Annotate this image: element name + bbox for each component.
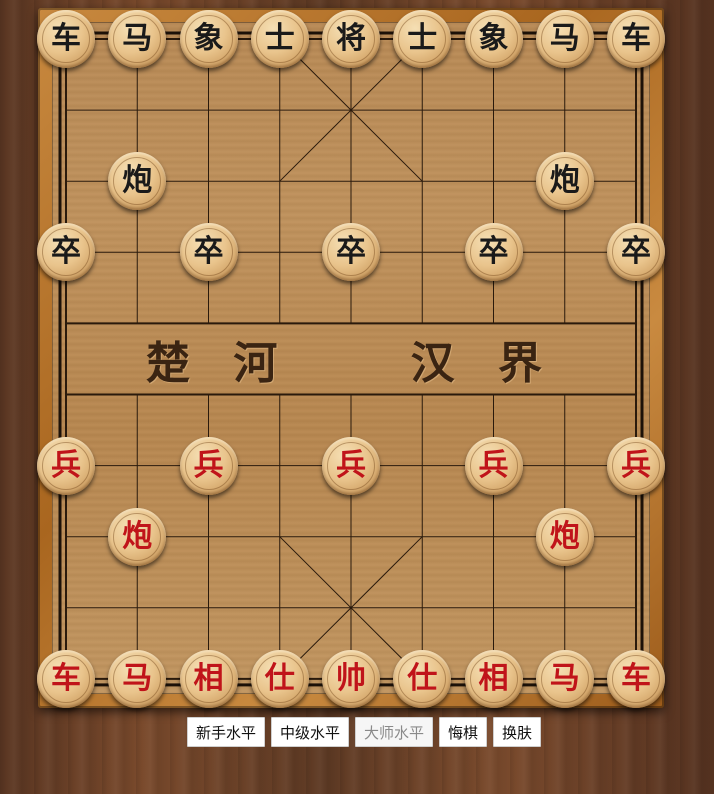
piece-label: 马 xyxy=(122,21,153,56)
black-piece-b-pao-1[interactable]: 炮 xyxy=(108,152,167,211)
piece-label: 马 xyxy=(549,21,580,56)
piece-label: 车 xyxy=(621,21,651,56)
red-piece-r-bing-3[interactable]: 兵 xyxy=(322,436,380,495)
black-piece-b-ma-1[interactable]: 马 xyxy=(108,10,167,68)
piece-label: 马 xyxy=(122,660,153,696)
controls-bar: 新手水平 中级水平 大师水平 悔棋 换肤 xyxy=(0,717,714,747)
piece-label: 兵 xyxy=(621,447,651,483)
red-piece-r-ma-2[interactable]: 马 xyxy=(535,649,594,708)
piece-label: 相 xyxy=(478,660,509,696)
red-piece-r-xiang-1[interactable]: 相 xyxy=(179,649,238,708)
piece-label: 卒 xyxy=(193,234,224,270)
red-piece-r-shuai[interactable]: 帅 xyxy=(322,649,380,708)
piece-label: 车 xyxy=(51,660,81,696)
red-piece-r-pao-2[interactable]: 炮 xyxy=(535,507,594,566)
red-piece-r-shi-1[interactable]: 仕 xyxy=(250,649,309,708)
piece-label: 士 xyxy=(407,21,438,56)
red-piece-r-ma-1[interactable]: 马 xyxy=(108,649,167,708)
piece-label: 象 xyxy=(193,21,224,56)
black-piece-b-jiang[interactable]: 将 xyxy=(322,10,380,68)
piece-label: 士 xyxy=(264,21,295,56)
master-level-button[interactable]: 大师水平 xyxy=(354,717,433,747)
black-piece-b-shi-1[interactable]: 士 xyxy=(250,10,309,68)
piece-label: 车 xyxy=(51,21,81,56)
red-piece-r-shi-2[interactable]: 仕 xyxy=(393,649,452,708)
piece-label: 炮 xyxy=(549,518,580,554)
red-piece-r-xiang-2[interactable]: 相 xyxy=(464,649,523,708)
piece-label: 炮 xyxy=(122,163,153,199)
piece-label: 炮 xyxy=(122,518,153,554)
piece-label: 帅 xyxy=(336,660,366,696)
beginner-level-button[interactable]: 新手水平 xyxy=(186,717,265,747)
piece-label: 兵 xyxy=(478,447,509,483)
black-piece-b-che-2[interactable]: 车 xyxy=(607,10,665,68)
intermediate-level-button[interactable]: 中级水平 xyxy=(270,717,349,747)
black-piece-b-zu-4[interactable]: 卒 xyxy=(464,223,523,282)
piece-label: 象 xyxy=(478,21,509,56)
black-piece-b-xiang-1[interactable]: 象 xyxy=(179,10,238,68)
piece-label: 仕 xyxy=(407,660,438,696)
red-piece-r-bing-4[interactable]: 兵 xyxy=(464,436,523,495)
red-piece-r-pao-1[interactable]: 炮 xyxy=(108,507,167,566)
piece-label: 卒 xyxy=(51,234,81,270)
black-piece-b-che-1[interactable]: 车 xyxy=(37,10,95,68)
red-piece-r-bing-2[interactable]: 兵 xyxy=(179,436,238,495)
black-piece-b-shi-2[interactable]: 士 xyxy=(393,10,452,68)
black-piece-b-zu-2[interactable]: 卒 xyxy=(179,223,238,282)
red-piece-r-che-1[interactable]: 车 xyxy=(37,649,95,708)
black-piece-b-zu-3[interactable]: 卒 xyxy=(322,223,380,282)
black-piece-b-xiang-2[interactable]: 象 xyxy=(464,10,523,68)
piece-label: 相 xyxy=(193,660,224,696)
piece-label: 卒 xyxy=(336,234,366,270)
piece-label: 卒 xyxy=(621,234,651,270)
piece-label: 炮 xyxy=(549,163,580,199)
piece-label: 将 xyxy=(336,21,366,56)
piece-label: 仕 xyxy=(264,660,295,696)
piece-label: 兵 xyxy=(193,447,224,483)
undo-button[interactable]: 悔棋 xyxy=(439,717,488,747)
red-piece-r-bing-5[interactable]: 兵 xyxy=(607,436,665,495)
black-piece-b-zu-1[interactable]: 卒 xyxy=(37,223,95,282)
change-skin-button[interactable]: 换肤 xyxy=(493,717,542,747)
piece-label: 车 xyxy=(621,660,651,696)
piece-label: 兵 xyxy=(51,447,81,483)
piece-label: 马 xyxy=(549,660,580,696)
black-piece-b-pao-2[interactable]: 炮 xyxy=(535,152,594,211)
piece-label: 卒 xyxy=(478,234,509,270)
black-piece-b-zu-5[interactable]: 卒 xyxy=(607,223,665,282)
piece-label: 兵 xyxy=(336,447,366,483)
black-piece-b-ma-2[interactable]: 马 xyxy=(535,10,594,68)
red-piece-r-che-2[interactable]: 车 xyxy=(607,649,665,708)
red-piece-r-bing-1[interactable]: 兵 xyxy=(37,436,95,495)
